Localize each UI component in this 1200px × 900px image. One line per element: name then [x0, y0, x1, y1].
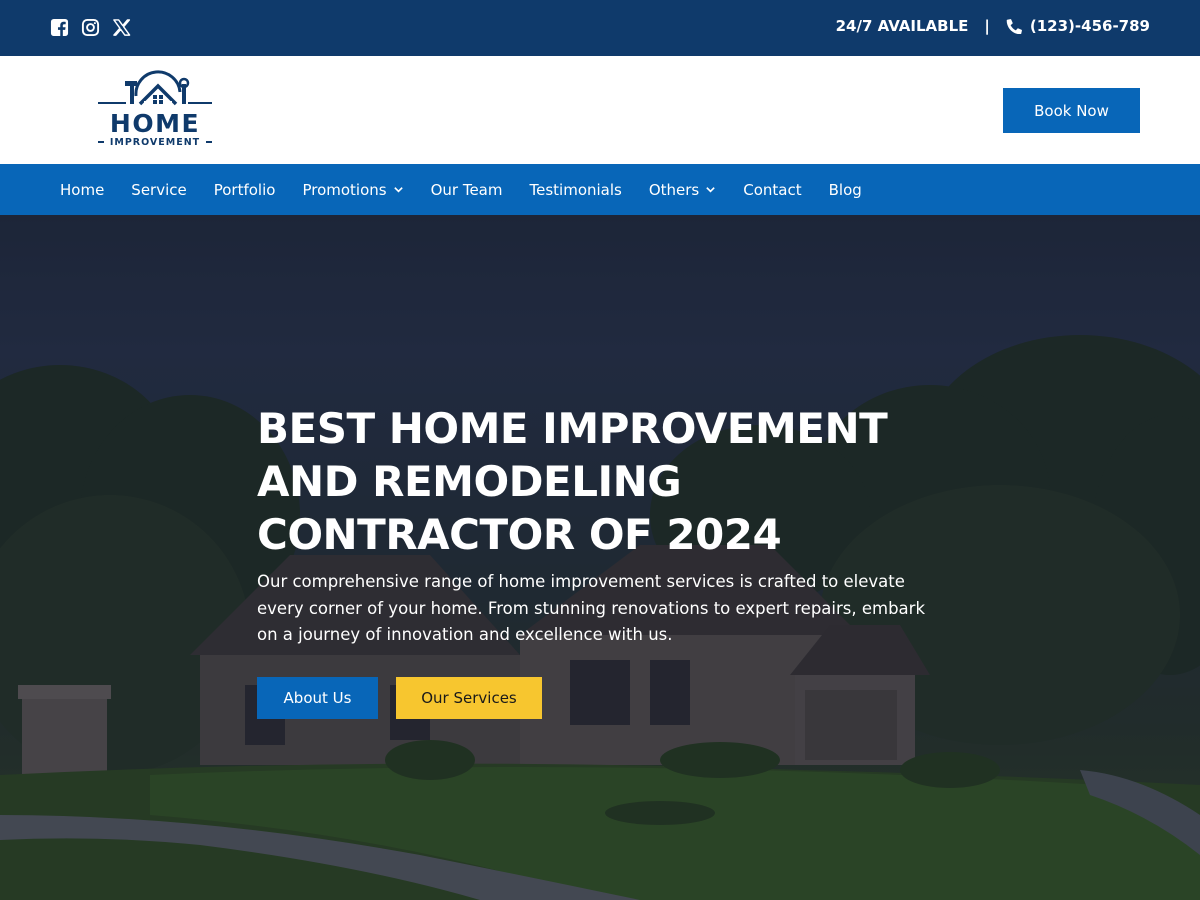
hero-title-line: CONTRACTOR OF 2024	[257, 510, 782, 559]
nav-item-label: Home	[60, 180, 105, 199]
nav-item-our-team[interactable]: Our Team	[431, 181, 503, 199]
facebook-link[interactable]	[50, 18, 69, 37]
about-us-button[interactable]: About Us	[257, 676, 378, 719]
nav-item-others[interactable]: Others	[649, 181, 716, 199]
site-header: HOME IMPROVEMENT Book Now	[0, 56, 1200, 164]
book-now-button[interactable]: Book Now	[1003, 88, 1140, 133]
phone-number: (123)-456-789	[1029, 17, 1150, 35]
top-bar: 24/7 AVAILABLE | (123)-456-789	[0, 0, 1200, 56]
phone-link[interactable]: (123)-456-789	[1006, 17, 1150, 35]
nav-item-home[interactable]: Home	[60, 181, 104, 199]
nav-item-blog[interactable]: Blog	[829, 181, 862, 199]
social-links	[50, 18, 131, 37]
hero-content: BEST HOME IMPROVEMENT AND REMODELING CON…	[257, 402, 957, 719]
separator: |	[984, 17, 990, 35]
nav-menu: Home Service Portfolio Promotions Our Te…	[60, 164, 889, 215]
nav-item-service[interactable]: Service	[131, 181, 186, 199]
nav-item-label: Promotions	[302, 180, 387, 199]
hero-section: BEST HOME IMPROVEMENT AND REMODELING CON…	[0, 215, 1200, 900]
nav-item-portfolio[interactable]: Portfolio	[214, 181, 276, 199]
contact-info: 24/7 AVAILABLE | (123)-456-789	[836, 17, 1150, 35]
nav-item-contact[interactable]: Contact	[743, 181, 801, 199]
x-link[interactable]	[112, 18, 131, 37]
chevron-down-icon	[706, 187, 716, 193]
nav-item-testimonials[interactable]: Testimonials	[530, 181, 622, 199]
hero-title: BEST HOME IMPROVEMENT AND REMODELING CON…	[257, 402, 957, 561]
nav-item-label: Our Team	[430, 180, 503, 199]
facebook-icon	[50, 18, 69, 37]
nav-item-label: Service	[131, 180, 187, 199]
chevron-down-icon	[393, 187, 403, 193]
logo-word: HOME	[110, 109, 200, 138]
hero-buttons: About Us Our Services	[257, 676, 957, 719]
phone-icon	[1006, 19, 1022, 34]
nav-item-label: Portfolio	[213, 180, 276, 199]
logo-subtitle: IMPROVEMENT	[110, 137, 200, 146]
nav-item-promotions[interactable]: Promotions	[302, 181, 403, 199]
availability-text: 24/7 AVAILABLE	[835, 17, 969, 35]
our-services-button[interactable]: Our Services	[396, 676, 542, 719]
hero-title-line: BEST HOME IMPROVEMENT	[257, 404, 888, 453]
x-icon	[113, 19, 131, 36]
hero-title-line: AND REMODELING	[257, 457, 682, 506]
instagram-link[interactable]	[81, 18, 100, 37]
nav-item-label: Others	[648, 180, 700, 199]
main-navigation: Home Service Portfolio Promotions Our Te…	[0, 164, 1200, 215]
nav-item-label: Blog	[828, 180, 862, 199]
hero-description: Our comprehensive range of home improvem…	[257, 572, 926, 644]
home-improvement-logo[interactable]: HOME IMPROVEMENT	[96, 70, 214, 146]
instagram-icon	[81, 18, 100, 37]
nav-item-label: Contact	[743, 180, 802, 199]
nav-item-label: Testimonials	[529, 180, 622, 199]
